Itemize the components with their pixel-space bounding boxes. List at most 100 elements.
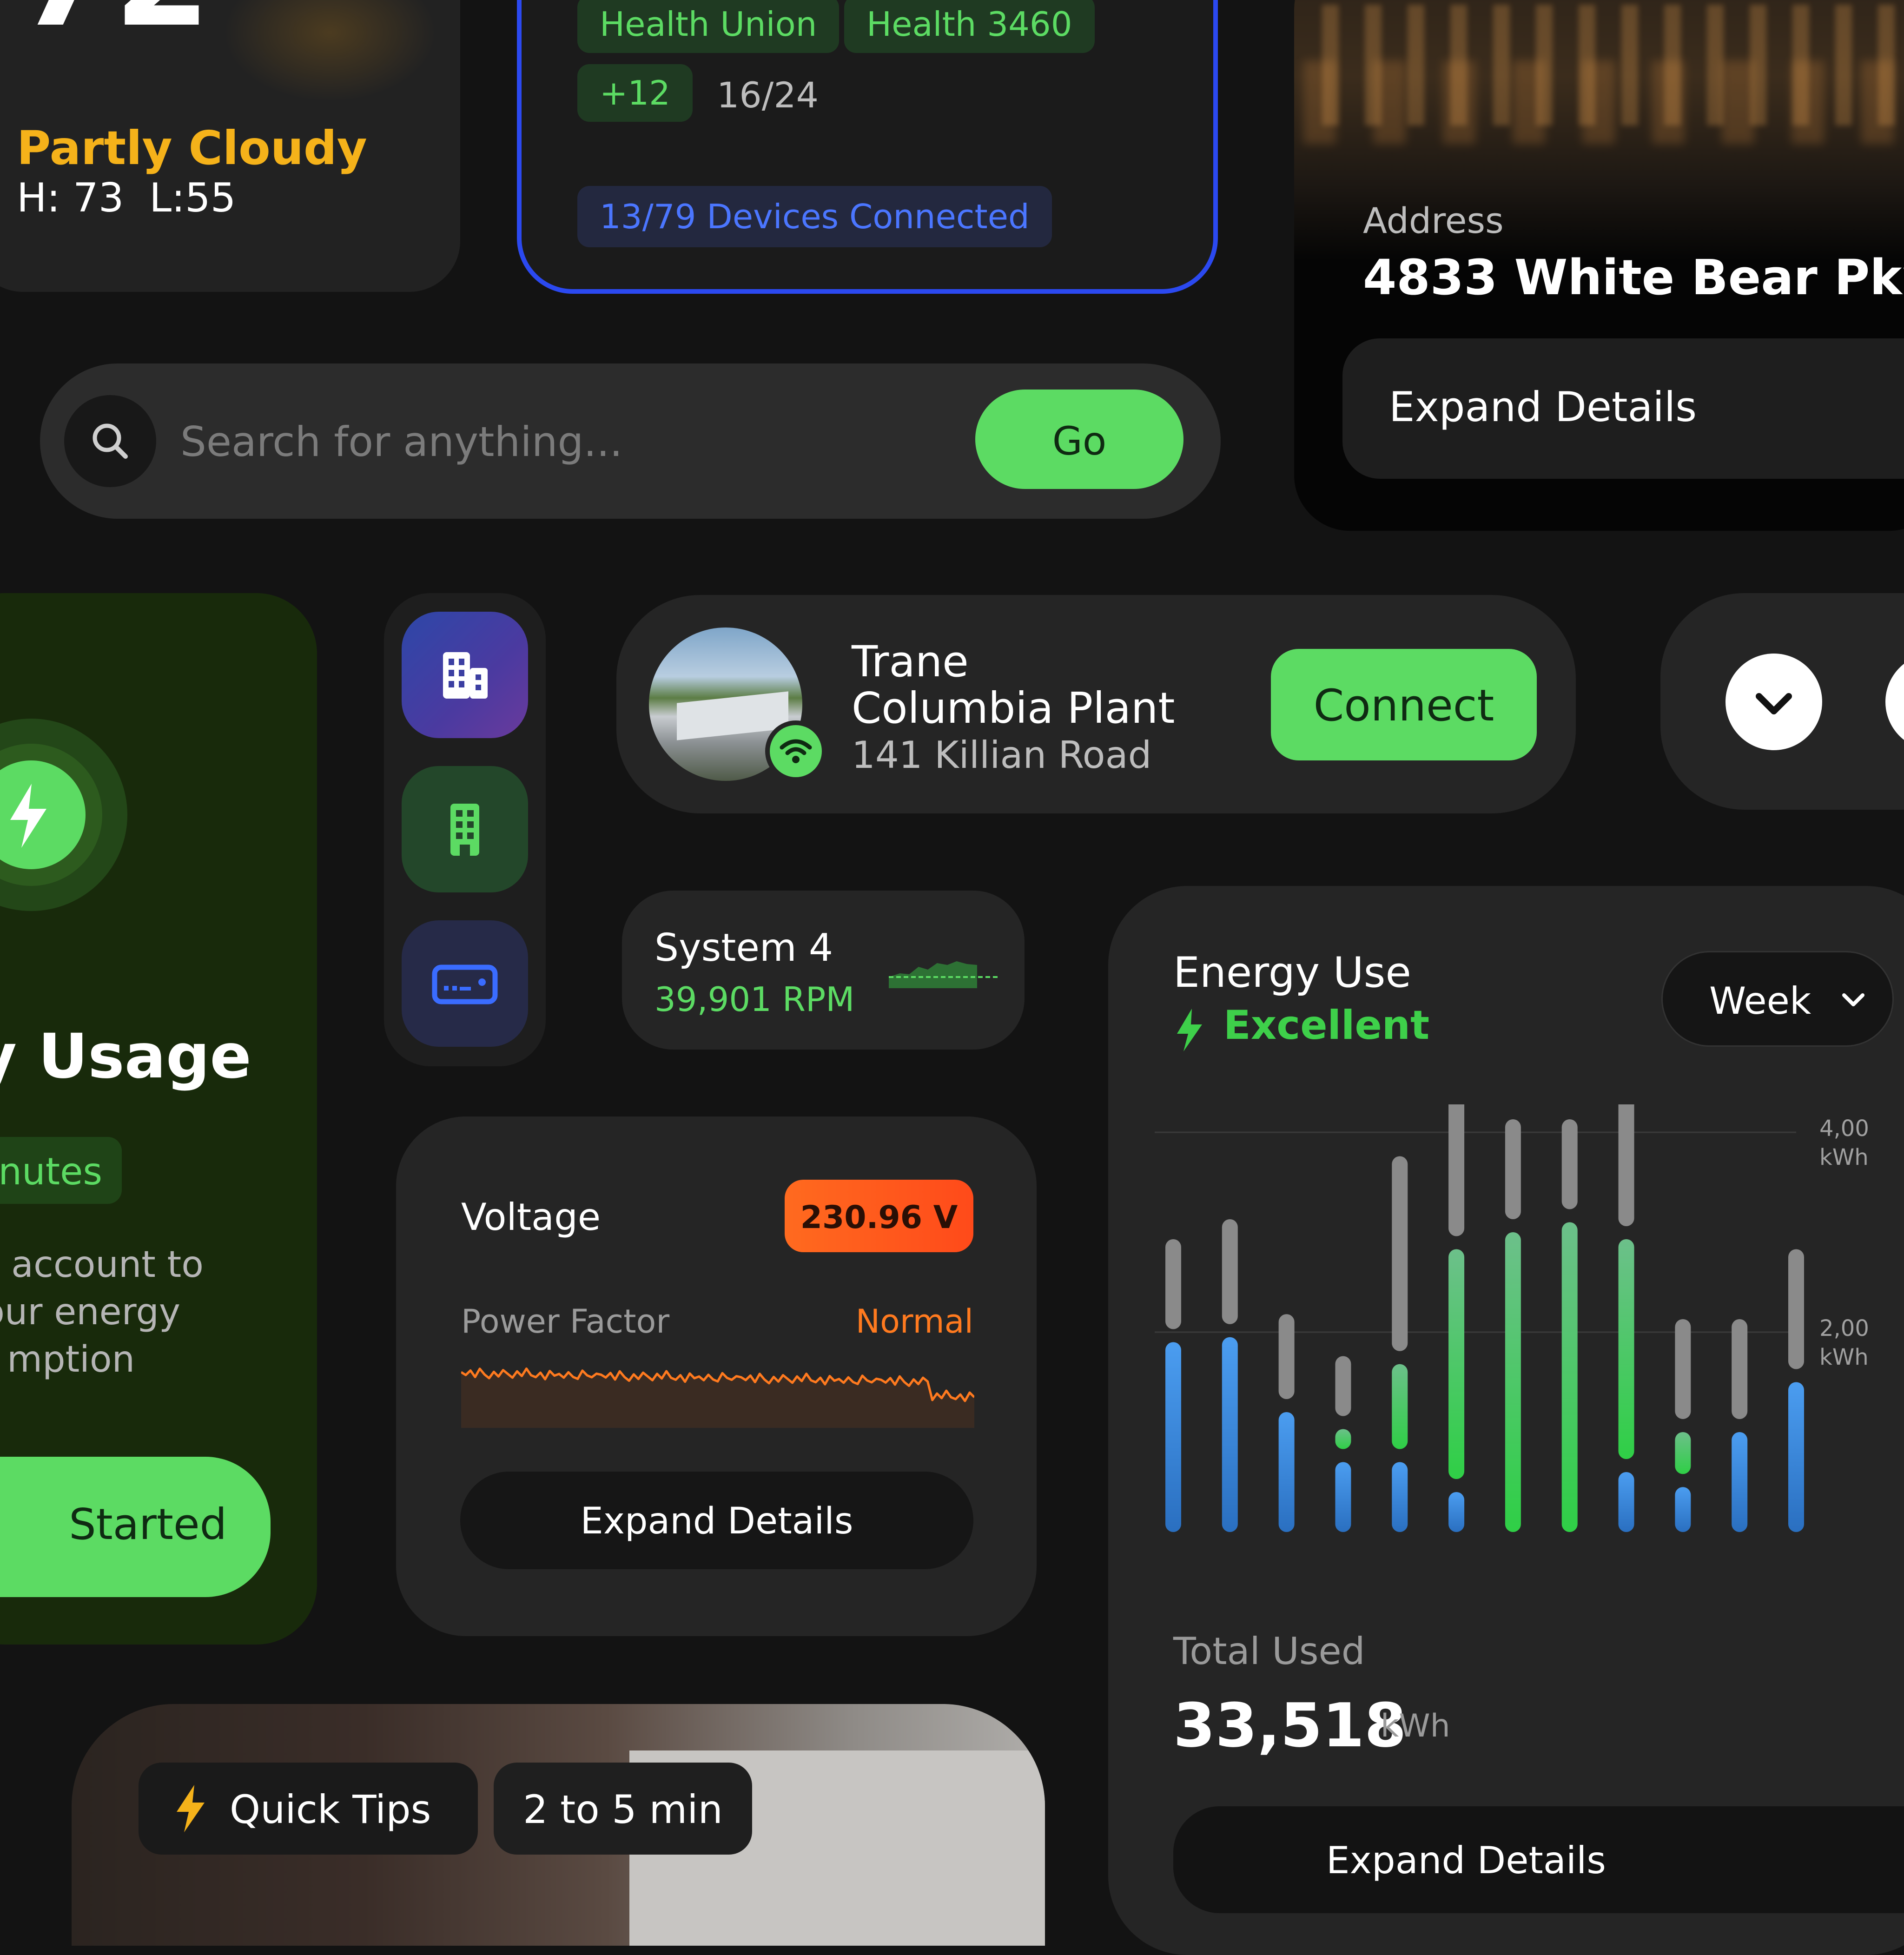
bar-gray-segment <box>1675 1319 1691 1419</box>
weather-card: 72 Partly Cloudy H: 73 L:55 <box>0 0 460 292</box>
expand-toggle-card <box>1660 593 1904 810</box>
chevron-down-button[interactable] <box>1726 654 1822 750</box>
device-unit-icon <box>432 964 498 1004</box>
device-unit-button[interactable] <box>402 920 528 1047</box>
bar-blue-segment <box>1335 1462 1351 1532</box>
energy-total-label: Total Used <box>1173 1630 1365 1673</box>
weather-condition: Partly Cloudy <box>17 121 367 175</box>
bar-blue-segment <box>1618 1472 1634 1532</box>
office-building-button[interactable] <box>402 612 528 738</box>
lightning-icon <box>0 760 86 869</box>
usage-description-2: our energy <box>0 1291 180 1333</box>
get-started-button[interactable]: Started <box>0 1457 271 1597</box>
devices-connected-badge: 13/79 Devices Connected <box>577 186 1052 247</box>
voltage-value-badge: 230.96 V <box>785 1180 973 1252</box>
wifi-status-icon <box>765 720 826 782</box>
search-icon <box>64 395 156 487</box>
delta-badge: +12 <box>577 64 693 122</box>
y-tick-label: 2,00 <box>1819 1315 1869 1341</box>
usage-duration-badge: nutes <box>0 1137 122 1204</box>
power-factor-label: Power Factor <box>461 1302 670 1341</box>
bar-gray-segment <box>1561 1119 1578 1209</box>
address-expand-label: Expand Details <box>1389 383 1697 431</box>
plant-name-line1: Trane <box>852 637 969 687</box>
y-tick-unit: kWh <box>1819 1344 1869 1370</box>
usage-description-3: mption <box>7 1339 135 1380</box>
usage-duration: nutes <box>0 1150 102 1193</box>
period-value: Week <box>1709 979 1811 1023</box>
bar-blue-segment <box>1675 1487 1691 1532</box>
bar-blue-segment <box>1392 1462 1408 1532</box>
devices-card[interactable]: Health Union Health 3460 +12 16/24 13/79… <box>517 0 1218 294</box>
energy-status: Excellent <box>1223 1002 1430 1049</box>
energy-title: Energy Use <box>1173 948 1411 997</box>
search-bar[interactable]: Go <box>40 363 1221 519</box>
bar-blue-segment <box>1448 1492 1465 1532</box>
voltage-card: Voltage 230.96 V Power Factor Normal Exp… <box>396 1116 1037 1636</box>
bar-gray-segment <box>1335 1356 1351 1416</box>
address-card: Address 4833 White Bear Pkwy Expand Deta… <box>1294 0 1904 531</box>
bar-green-segment <box>1561 1222 1578 1532</box>
bar-blue-segment <box>1732 1432 1748 1532</box>
search-go-button[interactable]: Go <box>975 390 1183 489</box>
chevron-down-icon <box>1842 993 1864 1006</box>
system-rpm: 39,901 RPM <box>654 980 855 1019</box>
tower-building-icon <box>450 804 479 856</box>
bar-gray-segment <box>1222 1219 1238 1324</box>
voltage-value: 230.96 V <box>800 1199 958 1236</box>
usage-title: y Usage <box>0 1021 251 1092</box>
system-card: System 4 39,901 RPM <box>622 891 1025 1050</box>
period-dropdown[interactable]: Week <box>1661 951 1894 1047</box>
usage-card: y Usage nutes r account to our energy mp… <box>0 593 317 1645</box>
address-expand-button[interactable]: Expand Details <box>1342 338 1904 479</box>
search-input[interactable] <box>179 411 972 472</box>
voltage-expand-label: Expand Details <box>580 1500 853 1542</box>
bar-green-segment <box>1505 1232 1521 1532</box>
voltage-label: Voltage <box>461 1195 601 1239</box>
usage-description-1: r account to <box>0 1244 204 1286</box>
get-started-label: Started <box>69 1499 227 1549</box>
power-factor-status: Normal <box>855 1302 973 1341</box>
tips-duration-badge: 2 to 5 min <box>494 1763 752 1855</box>
bar-gray-segment <box>1788 1249 1804 1369</box>
y-tick-unit: kWh <box>1819 1144 1869 1170</box>
bar-green-segment <box>1675 1432 1691 1474</box>
building-type-selector <box>384 593 546 1066</box>
office-building-icon <box>443 652 488 699</box>
energy-card: Energy Use Excellent Week 2,00 kWh 4,00 kWh… <box>1108 886 1904 1955</box>
weather-high-low: H: 73 L:55 <box>17 175 236 221</box>
lightning-icon <box>177 1785 205 1832</box>
lightning-icon <box>1177 1009 1202 1051</box>
weather-temperature: 72 <box>17 0 211 46</box>
bar-gray-segment <box>1505 1119 1521 1219</box>
bar-green-segment <box>1335 1429 1351 1449</box>
bar-gray-segment <box>1392 1156 1408 1351</box>
health-tag-1[interactable]: Health Union <box>577 0 840 53</box>
connect-button[interactable]: Connect <box>1271 649 1537 760</box>
bar-green-segment <box>1448 1249 1465 1479</box>
address-label: Address <box>1363 200 1504 241</box>
plant-card[interactable]: Trane Columbia Plant 141 Killian Road Co… <box>616 595 1576 813</box>
bar-gray-segment <box>1278 1314 1295 1399</box>
plant-name-line2: Columbia Plant <box>852 683 1175 733</box>
energy-total-unit: kWh <box>1381 1708 1450 1744</box>
bar-green-segment <box>1392 1364 1408 1449</box>
energy-expand-button[interactable]: Expand Details <box>1173 1806 1904 1913</box>
secondary-circle-button[interactable] <box>1885 654 1904 750</box>
bar-blue-segment <box>1278 1412 1295 1532</box>
bar-gray-segment <box>1165 1239 1181 1329</box>
energy-bar-chart: 2,00kWh4,00kWh <box>1155 1104 1869 1532</box>
system-sparkline <box>889 961 1000 988</box>
bar-blue-segment <box>1788 1382 1804 1532</box>
address-value: 4833 White Bear Pkwy <box>1363 249 1904 306</box>
weather-sun-glow <box>223 0 437 102</box>
quick-tips-badge[interactable]: Quick Tips <box>139 1763 478 1855</box>
tower-building-button[interactable] <box>402 766 528 892</box>
chevron-down-icon <box>1756 693 1792 714</box>
bar-gray-segment <box>1448 1104 1465 1236</box>
health-tag-2[interactable]: Health 3460 <box>844 0 1095 53</box>
bar-gray-segment <box>1618 1104 1634 1226</box>
energy-total-value: 33,518 <box>1173 1690 1407 1761</box>
connect-label: Connect <box>1313 680 1494 731</box>
voltage-expand-button[interactable]: Expand Details <box>460 1472 973 1569</box>
